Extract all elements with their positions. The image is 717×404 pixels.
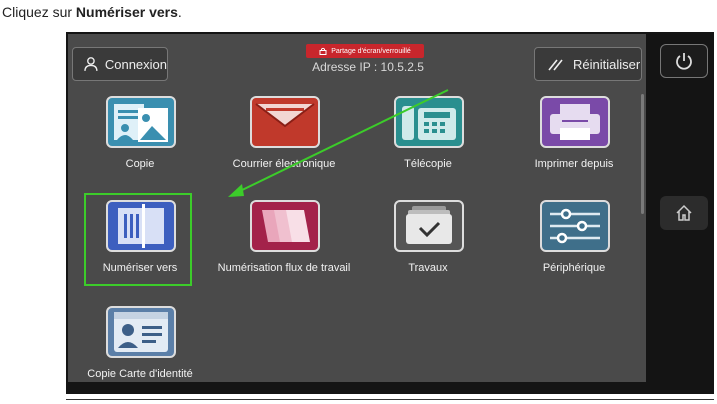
power-icon (676, 53, 692, 70)
home-icon (676, 204, 692, 221)
home-button[interactable] (660, 196, 708, 230)
divider-line (66, 399, 714, 400)
power-button[interactable] (660, 44, 708, 78)
pointer-arrow (228, 89, 449, 197)
